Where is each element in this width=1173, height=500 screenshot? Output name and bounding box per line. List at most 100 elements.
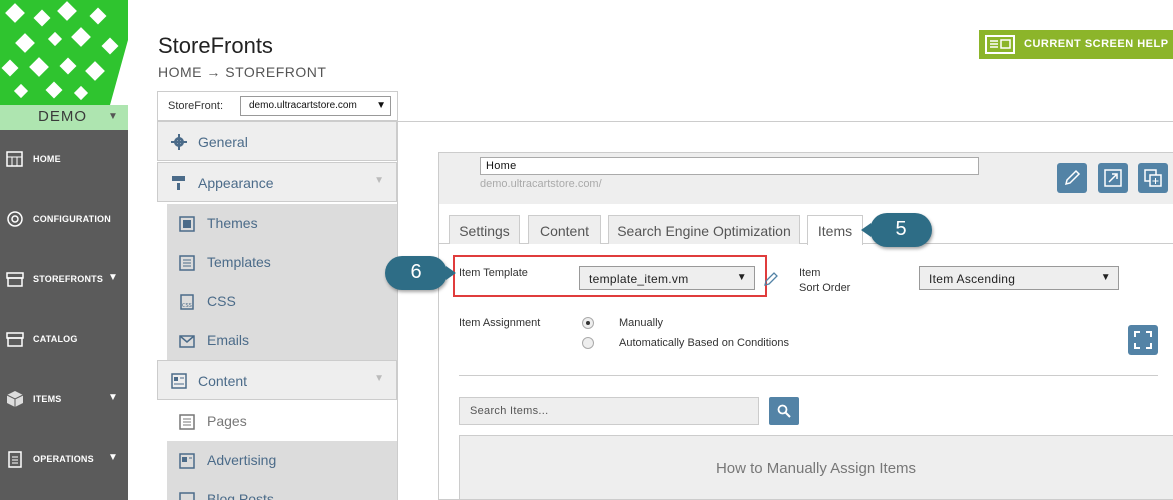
breadcrumb[interactable]: HOME → STOREFRONT <box>158 64 326 80</box>
submenu-css[interactable]: CSS CSS <box>167 282 397 321</box>
home-icon <box>6 151 23 167</box>
item-template-label: Item Template <box>459 267 528 279</box>
nav-label: HOME <box>33 154 61 164</box>
callout-pointer <box>446 266 456 280</box>
sort-order-label-line2: Sort Order <box>799 282 851 294</box>
copy-page-button[interactable] <box>1138 163 1168 193</box>
callout-pointer <box>861 223 871 237</box>
submenu-label: CSS <box>207 293 236 309</box>
svg-text:CSS: CSS <box>182 303 192 309</box>
submenu-pages[interactable]: Pages <box>167 402 397 441</box>
radio-manually-label[interactable]: Manually <box>619 317 663 329</box>
chevron-down-icon: ▼ <box>376 100 386 111</box>
search-button[interactable] <box>769 397 799 425</box>
submenu-themes[interactable]: Themes <box>167 204 397 243</box>
submenu-label: Templates <box>207 254 271 270</box>
submenu-label: Advertising <box>207 452 277 468</box>
blog-icon <box>179 492 195 500</box>
submenu-emails[interactable]: Emails <box>167 321 397 360</box>
fullscreen-button[interactable] <box>1128 325 1158 355</box>
nav-item-items[interactable]: ITEMS ▼ <box>0 370 128 430</box>
tab-seo[interactable]: Search Engine Optimization <box>608 215 800 244</box>
clipboard-icon <box>8 451 22 468</box>
submenu-label: Appearance <box>198 175 274 191</box>
storefront-selector-bar: StoreFront: demo.ultracartstore.com ▼ <box>157 91 398 121</box>
help-panel-title: How to Manually Assign Items <box>715 460 917 477</box>
divider <box>459 375 1158 376</box>
pages-icon <box>179 414 195 430</box>
open-page-button[interactable] <box>1098 163 1128 193</box>
item-template-select[interactable]: template_item.vm ▼ <box>579 266 755 290</box>
submenu-label: Blog Posts <box>207 491 274 500</box>
page-title: StoreFronts <box>158 33 273 58</box>
callout-6: 6 <box>385 256 456 290</box>
current-screen-help-button[interactable]: CURRENT SCREEN HELP <box>979 30 1173 59</box>
gear-icon <box>171 134 187 150</box>
tab-items[interactable]: Items <box>807 215 863 245</box>
main-nav: HOME CONFIGURATION STOREFRONTS ▼ CATALOG… <box>0 130 128 500</box>
divider <box>398 121 1173 122</box>
nav-item-operations[interactable]: OPERATIONS ▼ <box>0 430 128 490</box>
content-icon <box>171 373 187 389</box>
nav-label: OPERATIONS <box>33 454 94 464</box>
css-file-icon: CSS <box>180 294 194 310</box>
storefront-select[interactable]: demo.ultracartstore.com ▼ <box>240 96 391 116</box>
edit-page-button[interactable] <box>1057 163 1087 193</box>
radio-automatically[interactable] <box>582 337 594 349</box>
storefront-icon <box>6 272 24 287</box>
page-url: demo.ultracartstore.com/ <box>480 178 602 190</box>
gear-icon <box>7 211 23 227</box>
radio-automatically-label[interactable]: Automatically Based on Conditions <box>619 337 789 349</box>
submenu-label: Themes <box>207 215 258 231</box>
sort-order-label: Item Sort Order <box>799 266 850 296</box>
tab-content[interactable]: Content <box>528 215 601 244</box>
callout-number: 6 <box>410 261 422 283</box>
page-name-input[interactable]: Home <box>480 157 979 175</box>
nav-label: CONFIGURATION <box>33 214 111 224</box>
storefront-label: StoreFront: <box>168 100 224 112</box>
demo-selector[interactable]: DEMO ▼ <box>0 105 128 130</box>
chevron-down-icon: ▼ <box>374 373 384 384</box>
demo-label: DEMO <box>38 108 87 125</box>
pencil-icon <box>1064 169 1081 186</box>
chevron-down-icon: ▼ <box>736 272 747 283</box>
nav-label: ITEMS <box>33 394 62 404</box>
chevron-down-icon: ▼ <box>108 452 118 463</box>
nav-item-home[interactable]: HOME <box>0 130 128 190</box>
nav-item-catalog[interactable]: CATALOG <box>0 310 128 370</box>
search-icon <box>777 404 791 418</box>
submenu-blog-posts[interactable]: Blog Posts <box>167 480 397 500</box>
nav-item-storefronts[interactable]: STOREFRONTS ▼ <box>0 250 128 310</box>
search-items-input[interactable]: Search Items... <box>459 397 759 425</box>
callout-5: 5 <box>861 213 932 247</box>
box-icon <box>6 391 24 407</box>
help-button-label: CURRENT SCREEN HELP <box>1024 38 1169 50</box>
sort-order-select[interactable]: Item Ascending ▼ <box>919 266 1119 290</box>
pencil-icon[interactable] <box>763 271 779 287</box>
storefront-submenu: General Appearance ▼ Themes Templates CS… <box>157 121 398 500</box>
help-screen-icon <box>985 35 1015 54</box>
storefront-select-value: demo.ultracartstore.com <box>249 100 357 111</box>
submenu-advertising[interactable]: Advertising <box>167 441 397 480</box>
sort-order-value: Item Ascending <box>929 272 1016 286</box>
chevron-down-icon: ▼ <box>108 272 118 283</box>
chevron-down-icon: ▼ <box>108 111 118 122</box>
submenu-templates[interactable]: Templates <box>167 243 397 282</box>
submenu-content[interactable]: Content ▼ <box>157 360 397 400</box>
chevron-down-icon: ▼ <box>1100 272 1111 283</box>
tab-settings[interactable]: Settings <box>449 215 520 244</box>
submenu-label: Content <box>198 373 248 389</box>
sort-order-label-line1: Item <box>799 267 821 279</box>
templates-icon <box>179 255 195 271</box>
item-assignment-label: Item Assignment <box>459 317 541 329</box>
item-template-value: template_item.vm <box>589 272 689 286</box>
submenu-appearance[interactable]: Appearance ▼ <box>157 162 397 202</box>
expand-icon <box>1134 331 1152 349</box>
submenu-general[interactable]: General <box>157 121 397 161</box>
envelope-icon <box>179 335 195 348</box>
external-link-icon <box>1104 169 1122 187</box>
radio-manually[interactable] <box>582 317 594 329</box>
submenu-label: General <box>198 134 248 150</box>
advertising-icon <box>179 453 195 469</box>
nav-item-configuration[interactable]: CONFIGURATION <box>0 190 128 250</box>
